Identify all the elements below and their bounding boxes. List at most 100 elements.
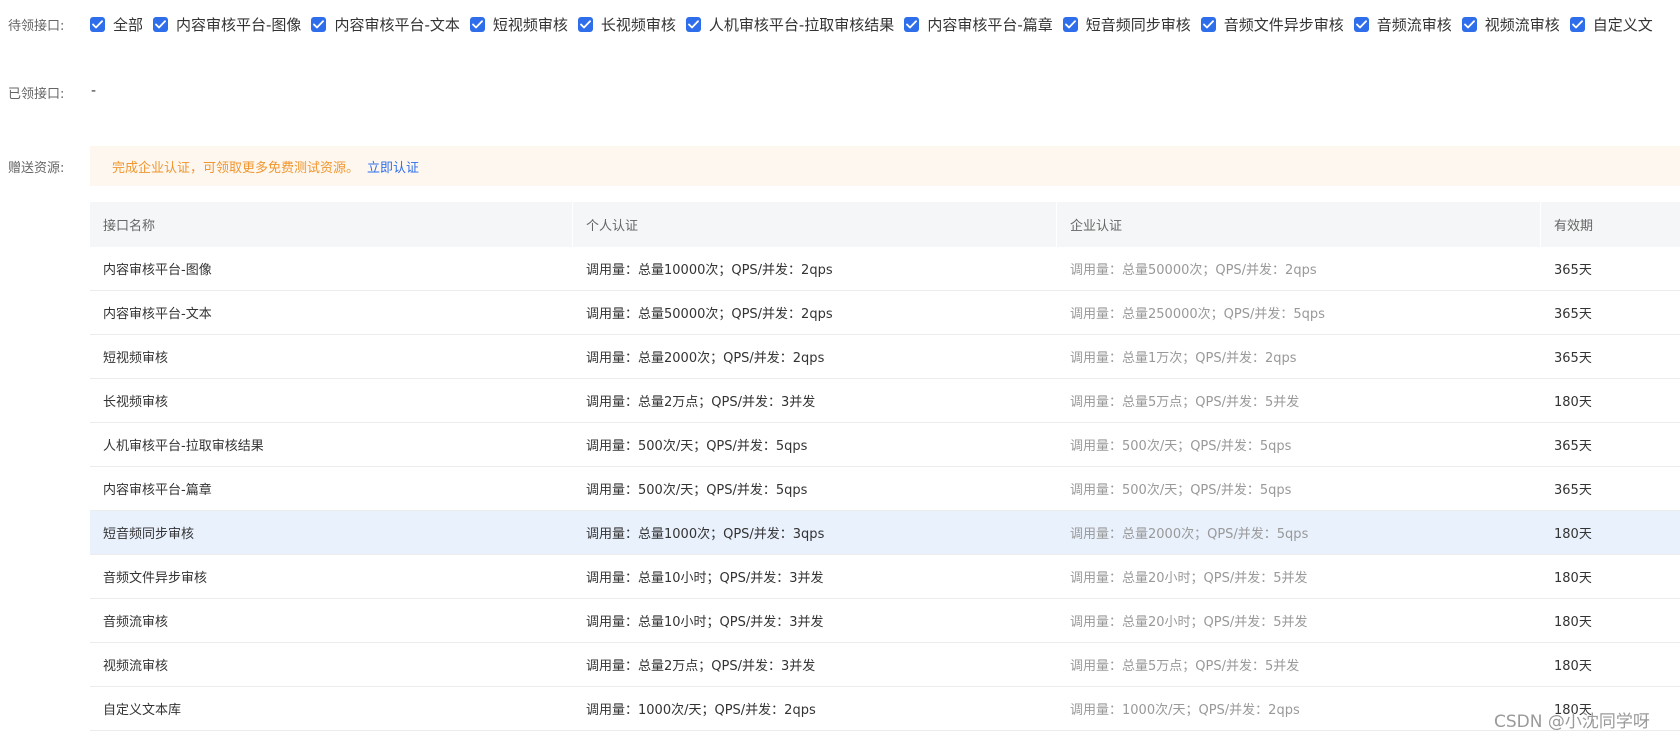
checkmark-icon[interactable] — [469, 16, 485, 32]
table-row[interactable]: 自定义文本库 调用量：1000次/天；QPS/并发：2qps 调用量：1000次/天… — [90, 687, 1680, 731]
table-row[interactable]: 视频流审核 调用量：总量2万点；QPS/并发：3并发 调用量：总量5万点；QPS/并… — [90, 643, 1680, 687]
gift-resources-label: 赠送资源: — [8, 161, 65, 176]
cell-personal-cert: 调用量：500次/天；QPS/并发：5qps — [586, 483, 808, 498]
cell-validity: 365天 — [1554, 307, 1592, 322]
checkmark-icon[interactable] — [904, 16, 920, 32]
checkmark-icon[interactable] — [153, 16, 169, 32]
cell-enterprise-cert: 调用量：总量250000次；QPS/并发：5qps — [1070, 307, 1325, 322]
cell-enterprise-cert: 调用量：总量5万点；QPS/并发：5并发 — [1070, 659, 1300, 674]
cell-validity: 180天 — [1554, 615, 1592, 630]
cell-interface-name: 长视频审核 — [103, 395, 169, 410]
cell-interface-name: 音频流审核 — [103, 615, 169, 630]
pending-checkbox-label: 内容审核平台-文本 — [334, 15, 460, 34]
header-validity: 有效期 — [1554, 219, 1594, 234]
cell-interface-name: 内容审核平台-篇章 — [103, 483, 212, 498]
cell-interface-name: 短音频同步审核 — [103, 527, 195, 542]
pending-checkbox-11[interactable]: 自定义文 — [1569, 14, 1653, 35]
cell-enterprise-cert: 调用量：总量20小时；QPS/并发：5并发 — [1070, 615, 1308, 630]
cell-validity: 180天 — [1554, 659, 1592, 674]
certification-notice: 完成企业认证，可领取更多免费测试资源。 立即认证 — [90, 146, 1680, 186]
cell-enterprise-cert: 调用量：总量20小时；QPS/并发：5并发 — [1070, 571, 1308, 586]
cell-enterprise-cert: 调用量：总量2000次；QPS/并发：5qps — [1070, 527, 1309, 542]
pending-checkbox-label: 自定义文 — [1592, 15, 1653, 34]
pending-checkbox-label: 音频文件异步审核 — [1223, 15, 1344, 34]
table-row[interactable]: 音频流审核 调用量：总量10小时；QPS/并发：3并发 调用量：总量20小时；QPS… — [90, 599, 1680, 643]
pending-checkbox-5[interactable]: 人机审核平台-拉取审核结果 — [685, 14, 895, 35]
checkmark-icon[interactable] — [1569, 16, 1585, 32]
pending-checkbox-label: 全部 — [113, 15, 144, 34]
cell-interface-name: 短视频审核 — [103, 351, 169, 366]
cell-interface-name: 音频文件异步审核 — [103, 571, 208, 586]
cell-enterprise-cert: 调用量：总量5万点；QPS/并发：5并发 — [1070, 395, 1300, 410]
cell-validity: 180天 — [1554, 395, 1592, 410]
checkmark-icon[interactable] — [577, 16, 593, 32]
cell-enterprise-cert: 调用量：500次/天；QPS/并发：5qps — [1070, 439, 1292, 454]
checkmark-icon[interactable] — [1353, 16, 1369, 32]
header-personal-cert: 个人认证 — [573, 202, 1057, 247]
pending-checkbox-label: 短视频审核 — [492, 15, 568, 34]
table-row[interactable]: 人机审核平台-拉取审核结果 调用量：500次/天；QPS/并发：5qps 调用量：5… — [90, 423, 1680, 467]
cell-personal-cert: 调用量：总量50000次；QPS/并发：2qps — [586, 307, 833, 322]
cell-interface-name: 内容审核平台-文本 — [103, 307, 212, 322]
table-row[interactable]: 长视频审核 调用量：总量2万点；QPS/并发：3并发 调用量：总量5万点；QPS/并… — [90, 379, 1680, 423]
pending-checkbox-4[interactable]: 长视频审核 — [577, 14, 676, 35]
pending-checkbox-label: 人机审核平台-拉取审核结果 — [708, 15, 895, 34]
cell-enterprise-cert: 调用量：总量50000次；QPS/并发：2qps — [1070, 263, 1317, 278]
cell-enterprise-cert: 调用量：500次/天；QPS/并发：5qps — [1070, 483, 1292, 498]
table-body: 内容审核平台-图像 调用量：总量10000次；QPS/并发：2qps 调用量：总量5… — [90, 247, 1680, 731]
table-row[interactable]: 内容审核平台-篇章 调用量：500次/天；QPS/并发：5qps 调用量：500次/… — [90, 467, 1680, 511]
pending-checkbox-8[interactable]: 音频文件异步审核 — [1200, 14, 1344, 35]
cell-personal-cert: 调用量：500次/天；QPS/并发：5qps — [586, 439, 808, 454]
resource-table: 接口名称 个人认证 企业认证 有效期 内容审核平台-图像 调用量：总量10000次… — [90, 202, 1680, 731]
checkmark-icon[interactable] — [311, 16, 327, 32]
table-row[interactable]: 短视频审核 调用量：总量2000次；QPS/并发：2qps 调用量：总量1万次；QP… — [90, 335, 1680, 379]
pending-checkbox-3[interactable]: 短视频审核 — [469, 14, 568, 35]
claimed-interfaces-value: - — [91, 83, 97, 99]
pending-checkbox-label: 音频流审核 — [1376, 15, 1452, 34]
cell-interface-name: 内容审核平台-图像 — [103, 263, 212, 278]
cell-personal-cert: 调用量：1000次/天；QPS/并发：2qps — [586, 703, 816, 718]
cell-enterprise-cert: 调用量：1000次/天；QPS/并发：2qps — [1070, 703, 1300, 718]
header-interface-name: 接口名称 — [90, 202, 573, 247]
checkmark-icon[interactable] — [1062, 16, 1078, 32]
pending-checkbox-0[interactable]: 全部 — [90, 14, 143, 35]
checkmark-icon[interactable] — [685, 16, 701, 32]
checkmark-icon[interactable] — [1461, 16, 1477, 32]
cell-interface-name: 自定义文本库 — [103, 703, 182, 718]
cell-validity: 180天 — [1554, 571, 1592, 586]
pending-checkbox-7[interactable]: 短音频同步审核 — [1062, 14, 1191, 35]
pending-checkbox-6[interactable]: 内容审核平台-篇章 — [904, 14, 1053, 35]
table-row[interactable]: 音频文件异步审核 调用量：总量10小时；QPS/并发：3并发 调用量：总量20小时；… — [90, 555, 1680, 599]
table-row[interactable]: 内容审核平台-图像 调用量：总量10000次；QPS/并发：2qps 调用量：总量5… — [90, 247, 1680, 291]
claimed-interfaces-label: 已领接口: — [8, 87, 65, 102]
pending-interfaces-checkbox-group: 全部 内容审核平台-图像 内容审核平台-文本 短视频审核 长视频审核 人机审核平台-拉取审… — [90, 12, 1663, 36]
pending-checkbox-9[interactable]: 音频流审核 — [1353, 14, 1452, 35]
checkmark-icon[interactable] — [1200, 16, 1216, 32]
pending-checkbox-10[interactable]: 视频流审核 — [1461, 14, 1560, 35]
cell-validity: 365天 — [1554, 351, 1592, 366]
pending-checkbox-1[interactable]: 内容审核平台-图像 — [153, 14, 301, 35]
pending-checkbox-label: 内容审核平台-图像 — [176, 15, 302, 34]
table-row[interactable]: 内容审核平台-文本 调用量：总量50000次；QPS/并发：2qps 调用量：总量2… — [90, 291, 1680, 335]
cell-interface-name: 视频流审核 — [103, 659, 169, 674]
cell-personal-cert: 调用量：总量10小时；QPS/并发：3并发 — [586, 571, 824, 586]
cell-validity: 365天 — [1554, 439, 1592, 454]
cell-personal-cert: 调用量：总量2万点；QPS/并发：3并发 — [586, 659, 816, 674]
certify-now-link[interactable]: 立即认证 — [367, 157, 419, 176]
cell-personal-cert: 调用量：总量1000次；QPS/并发：3qps — [586, 527, 825, 542]
pending-checkbox-label: 短音频同步审核 — [1085, 15, 1191, 34]
watermark: CSDN @小沈同学呀 — [1494, 712, 1650, 732]
cell-personal-cert: 调用量：总量10小时；QPS/并发：3并发 — [586, 615, 824, 630]
cell-personal-cert: 调用量：总量2万点；QPS/并发：3并发 — [586, 395, 816, 410]
notice-text: 完成企业认证，可领取更多免费测试资源。 — [112, 160, 360, 176]
table-row[interactable]: 短音频同步审核 调用量：总量1000次；QPS/并发：3qps 调用量：总量2000… — [90, 511, 1680, 555]
cell-validity: 180天 — [1554, 527, 1592, 542]
header-enterprise-cert: 企业认证 — [1057, 202, 1541, 247]
cell-enterprise-cert: 调用量：总量1万次；QPS/并发：2qps — [1070, 351, 1297, 366]
pending-checkbox-2[interactable]: 内容审核平台-文本 — [311, 14, 460, 35]
checkmark-icon[interactable] — [90, 16, 105, 32]
pending-checkbox-label: 长视频审核 — [600, 15, 676, 34]
cell-personal-cert: 调用量：总量2000次；QPS/并发：2qps — [586, 351, 825, 366]
cell-personal-cert: 调用量：总量10000次；QPS/并发：2qps — [586, 263, 833, 278]
cell-validity: 365天 — [1554, 483, 1592, 498]
